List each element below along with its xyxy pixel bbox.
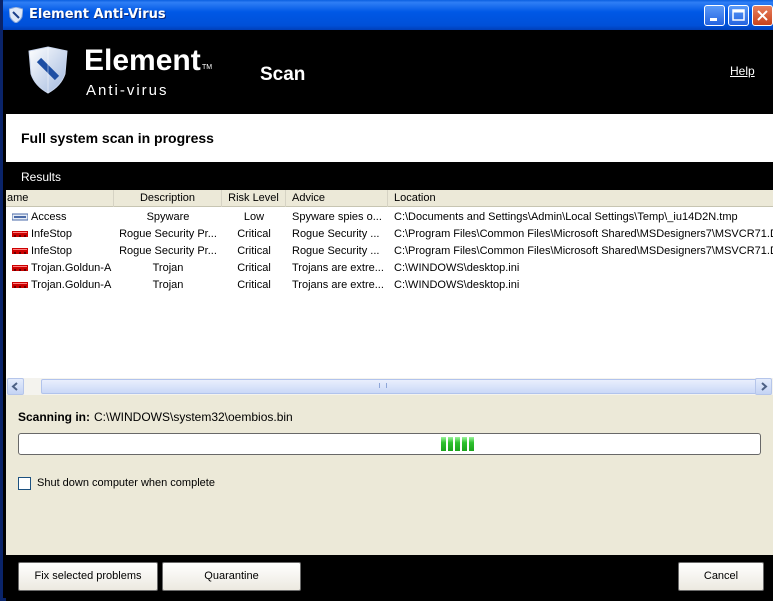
scan-progress-bar: [18, 433, 761, 455]
scroll-left-button[interactable]: [7, 378, 24, 395]
threat-icon: [12, 231, 28, 237]
quarantine-button[interactable]: Quarantine: [162, 562, 301, 591]
progress-chunk: [462, 437, 467, 451]
row-advice: Trojans are extre...: [292, 262, 384, 274]
table-row[interactable]: Trojan.Goldun-A Trojan Critical Trojans …: [6, 277, 773, 294]
row-name: Trojan.Goldun-A: [31, 262, 112, 274]
row-name: InfeStop: [31, 245, 72, 257]
window-title: Element Anti-Virus: [29, 7, 166, 22]
chevron-right-icon: [761, 382, 768, 391]
page-title: Scan: [260, 64, 306, 85]
table-row[interactable]: Trojan.Goldun-A Trojan Critical Trojans …: [6, 260, 773, 277]
cancel-button[interactable]: Cancel: [678, 562, 764, 591]
row-location: C:\Program Files\Common Files\Microsoft …: [394, 245, 773, 257]
list-header: ame Description Risk Level Advice Locati…: [6, 190, 773, 207]
horizontal-scrollbar[interactable]: [6, 378, 773, 395]
row-advice: Rogue Security ...: [292, 228, 380, 240]
progress-chunk: [441, 437, 446, 451]
row-name: Trojan.Goldun-A: [31, 279, 112, 291]
scan-panel: Scanning in: C:\WINDOWS\system32\oembios…: [6, 395, 773, 555]
scroll-thumb[interactable]: [41, 379, 757, 394]
maximize-icon: [732, 9, 745, 21]
app-window: Element Anti-Virus Element TM Anti-virus…: [0, 0, 773, 601]
column-header-risk-level[interactable]: Risk Level: [222, 190, 286, 207]
column-header-advice[interactable]: Advice: [286, 190, 388, 207]
results-label: Results: [21, 170, 62, 184]
shutdown-label[interactable]: Shut down computer when complete: [37, 477, 215, 489]
row-location: C:\Program Files\Common Files\Microsoft …: [394, 228, 773, 240]
threat-icon: [12, 248, 28, 254]
row-advice: Rogue Security ...: [292, 245, 380, 257]
progress-chunk: [455, 437, 460, 451]
row-location: C:\WINDOWS\desktop.ini: [394, 262, 520, 274]
title-bar[interactable]: Element Anti-Virus: [3, 0, 773, 30]
row-risk: Critical: [237, 245, 271, 257]
row-location: C:\WINDOWS\desktop.ini: [394, 279, 520, 291]
maximize-button[interactable]: [728, 5, 749, 26]
column-header-description[interactable]: Description: [114, 190, 222, 207]
shield-app-icon: [9, 7, 23, 23]
logo-trademark: TM: [202, 64, 213, 71]
column-header-name[interactable]: ame: [6, 190, 114, 207]
row-name: Access: [31, 211, 67, 223]
shield-logo-icon: [28, 46, 68, 94]
logo-subtitle: Anti-virus: [86, 82, 169, 99]
button-bar: Fix selected problems Quarantine Cancel: [6, 555, 773, 601]
minimize-button[interactable]: [704, 5, 725, 26]
close-icon: [757, 10, 768, 21]
scroll-grip-icon: [379, 383, 387, 388]
row-description: Trojan: [152, 262, 184, 274]
row-location: C:\Documents and Settings\Admin\Local Se…: [394, 211, 738, 223]
logo-name: Element: [84, 44, 201, 77]
threat-icon: [12, 282, 28, 288]
scan-status-text: Full system scan in progress: [21, 130, 214, 146]
row-risk: Critical: [237, 262, 271, 274]
row-description: Rogue Security Pr...: [119, 245, 217, 257]
scanning-path: C:\WINDOWS\system32\oembios.bin: [94, 410, 293, 424]
table-row[interactable]: Access Spyware Low Spyware spies o... C:…: [6, 209, 773, 226]
results-list[interactable]: ame Description Risk Level Advice Locati…: [6, 190, 773, 395]
progress-chunk: [448, 437, 453, 451]
minimize-icon: [710, 18, 717, 21]
status-panel: Full system scan in progress: [6, 114, 773, 162]
threat-icon: [12, 265, 28, 271]
row-advice: Trojans are extre...: [292, 279, 384, 291]
chevron-left-icon: [11, 382, 18, 391]
row-description: Rogue Security Pr...: [119, 228, 217, 240]
close-button[interactable]: [752, 5, 773, 26]
row-description: Spyware: [146, 211, 190, 223]
table-row[interactable]: InfeStop Rogue Security Pr... Critical R…: [6, 226, 773, 243]
progress-chunk: [469, 437, 474, 451]
help-link[interactable]: Help: [730, 64, 755, 78]
table-row[interactable]: InfeStop Rogue Security Pr... Critical R…: [6, 243, 773, 260]
row-name: InfeStop: [31, 228, 72, 240]
column-header-location[interactable]: Location: [388, 190, 773, 207]
shutdown-checkbox[interactable]: [18, 477, 31, 490]
row-risk: Critical: [237, 279, 271, 291]
scanning-label: Scanning in:: [18, 410, 90, 424]
row-description: Trojan: [152, 279, 184, 291]
results-header: Results: [6, 162, 773, 190]
row-advice: Spyware spies o...: [292, 211, 382, 223]
fix-selected-button[interactable]: Fix selected problems: [18, 562, 158, 591]
row-risk: Critical: [237, 228, 271, 240]
scroll-right-button[interactable]: [755, 378, 772, 395]
spyware-icon: [12, 213, 28, 221]
app-header: Element TM Anti-virus Scan Help: [6, 30, 773, 114]
row-risk: Low: [243, 211, 265, 223]
